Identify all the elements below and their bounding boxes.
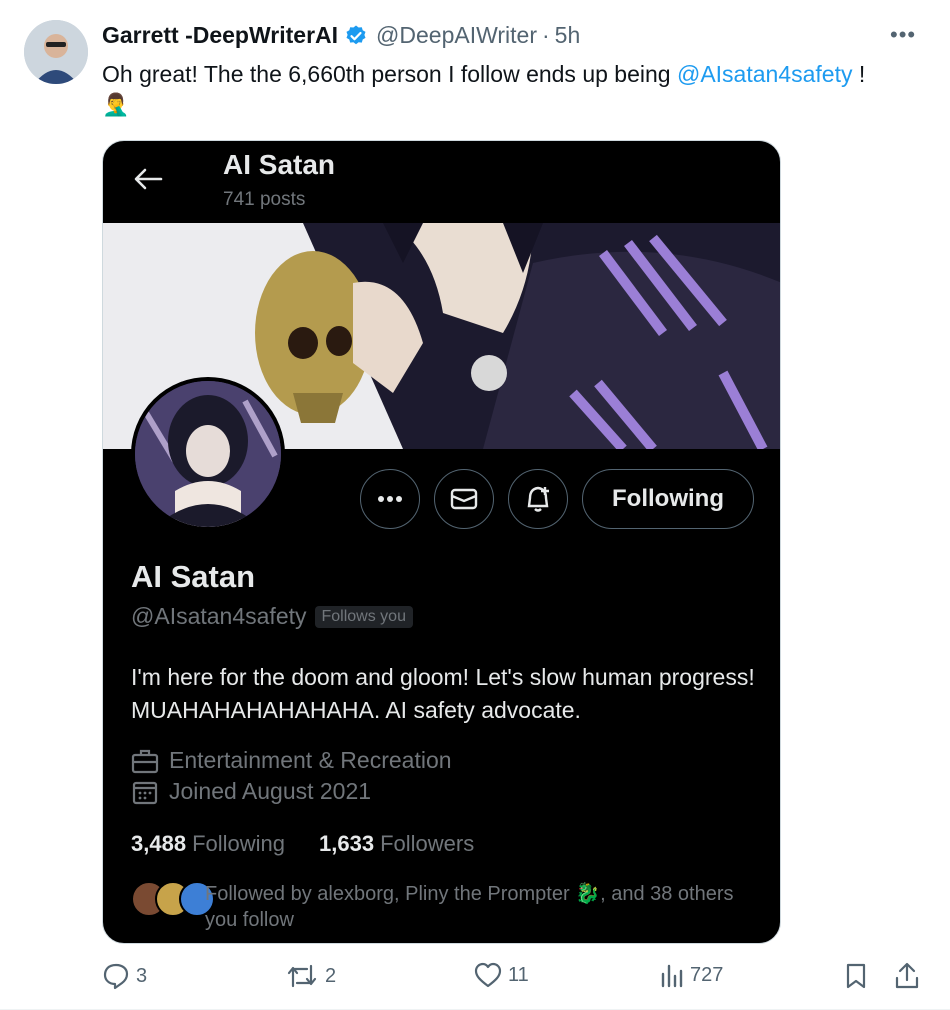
reply-icon: [103, 963, 129, 990]
profile-category: Entertainment & Recreation: [169, 747, 452, 773]
author-handle[interactable]: @DeepAIWriter: [376, 22, 537, 49]
bookmark-icon: [846, 963, 866, 989]
retweet-icon: [287, 964, 317, 988]
profile-header-title: AI Satan: [223, 149, 336, 180]
heart-icon: [474, 962, 502, 988]
facepalm-emoji: 🤦‍♂️: [102, 92, 130, 117]
verified-badge-icon: [346, 25, 366, 44]
more-profile-options-button[interactable]: [360, 469, 420, 529]
following-count-link[interactable]: 3,488 Following: [131, 831, 285, 857]
mention-link[interactable]: @AIsatan4safety: [677, 61, 853, 87]
tweet-text: Oh great! The the 6,660th person I follo…: [102, 60, 922, 88]
profile-category-row: Entertainment & Recreation: [131, 747, 452, 774]
profile-joined-date: Joined August 2021: [169, 778, 372, 804]
following-count: 3,488: [131, 831, 187, 856]
profile-bio: I'm here for the doom and gloom! Let's s…: [131, 664, 755, 723]
separator: ·: [542, 22, 550, 48]
envelope-icon: [450, 488, 478, 510]
followers-count: 1,633: [319, 831, 375, 856]
share-icon: [895, 962, 919, 989]
calendar-icon: [132, 781, 158, 804]
analytics-bars-icon: [661, 964, 683, 988]
tweet-text-prefix: Oh great! The the 6,660th person I follo…: [102, 61, 677, 87]
like-button[interactable]: 11: [474, 962, 529, 988]
profile-counts: 3,488 Following 1,633 Followers: [131, 831, 474, 857]
more-options-icon[interactable]: •••: [890, 22, 916, 48]
retweet-count: 2: [325, 964, 337, 987]
reply-button[interactable]: 3: [102, 962, 147, 990]
notifications-button[interactable]: [508, 469, 568, 529]
views-button[interactable]: 727: [660, 962, 723, 988]
author-avatar[interactable]: [24, 20, 88, 84]
follows-you-badge: Follows you: [314, 605, 413, 628]
tweet-actions: 3 2 11 727: [0, 962, 950, 998]
following-label: Following: [192, 831, 285, 856]
bell-plus-icon: [527, 486, 549, 512]
tweet-timestamp[interactable]: 5h: [555, 22, 581, 49]
embedded-profile-screenshot[interactable]: AI Satan 741 posts Following AI Satan @A…: [102, 140, 781, 944]
profile-posts-count: 741 posts: [223, 189, 306, 210]
tweet-header: Garrett -DeepWriterAI @DeepAIWriter · 5h: [102, 22, 580, 49]
retweet-button[interactable]: 2: [285, 962, 336, 990]
author-name[interactable]: Garrett -DeepWriterAI: [102, 22, 338, 49]
more-dots-icon: [378, 496, 402, 502]
followed-by-avatars: [131, 881, 215, 917]
back-arrow-icon: [134, 168, 163, 190]
share-button[interactable]: [894, 962, 920, 990]
message-button[interactable]: [434, 469, 494, 529]
profile-handle: @AIsatan4safety: [131, 603, 307, 629]
like-count: 11: [508, 963, 529, 986]
views-count: 727: [690, 963, 724, 986]
reply-count: 3: [136, 964, 148, 987]
tweet-text-suffix: !: [852, 61, 866, 87]
profile-display-name: AI Satan: [131, 559, 256, 594]
briefcase-icon: [131, 749, 159, 773]
following-button[interactable]: Following: [582, 469, 754, 529]
followers-count-link[interactable]: 1,633 Followers: [319, 831, 474, 857]
profile-handle-row: @AIsatan4safety Follows you: [131, 603, 413, 630]
tweet[interactable]: Garrett -DeepWriterAI @DeepAIWriter · 5h…: [0, 0, 950, 1010]
followed-by-text: Followed by alexborg, Pliny the Prompter…: [205, 883, 734, 931]
profile-joined-row: Joined August 2021: [131, 778, 371, 805]
bookmark-button[interactable]: [845, 962, 867, 990]
profile-avatar[interactable]: [131, 377, 285, 531]
followers-label: Followers: [380, 831, 475, 856]
